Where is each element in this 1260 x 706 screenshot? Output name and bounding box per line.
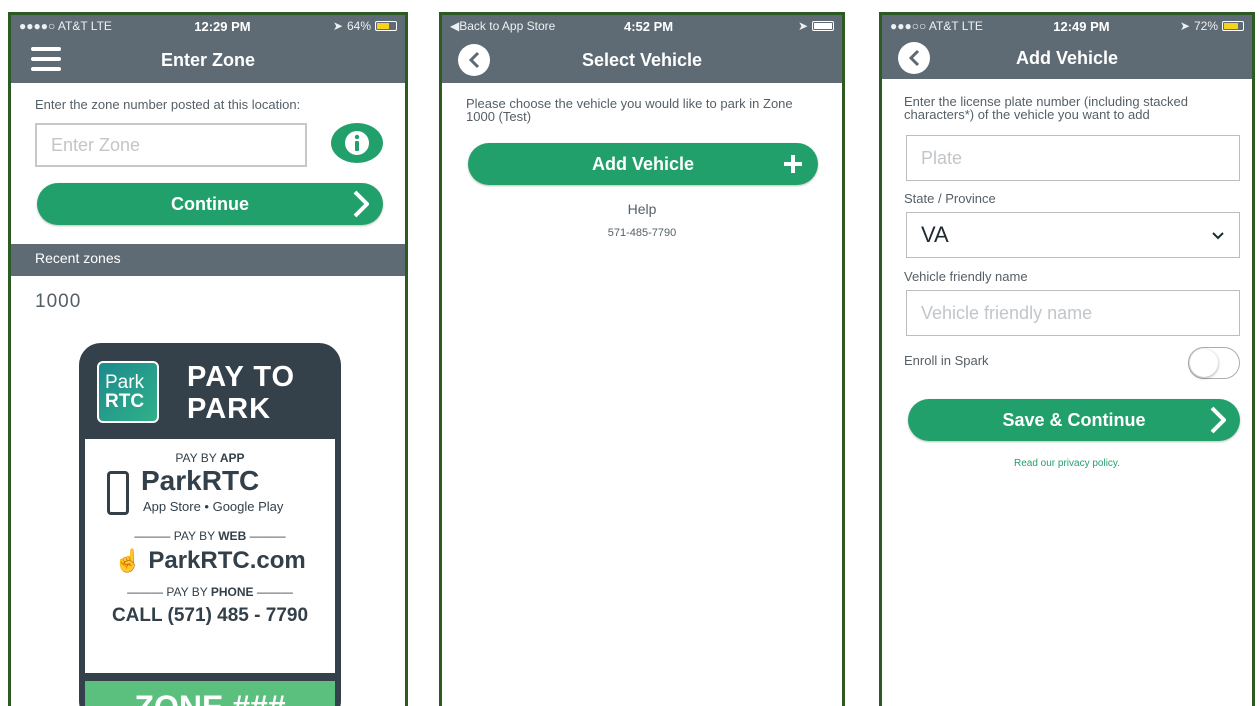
top-bar: ◀Back to App Store 4:52 PM ➤ Select Vehi… bbox=[442, 15, 842, 83]
save-continue-label: Save & Continue bbox=[1002, 409, 1146, 430]
status-bar: ●●●●○ AT&T LTE 12:29 PM ➤ 64% bbox=[11, 15, 405, 37]
zone-banner: ZONE ### bbox=[85, 681, 335, 706]
web-name: ParkRTC.com bbox=[148, 547, 306, 574]
back-to-app-store[interactable]: ◀Back to App Store bbox=[450, 19, 600, 33]
clock: 12:49 PM bbox=[1053, 18, 1110, 34]
clock: 12:29 PM bbox=[194, 18, 251, 34]
save-continue-button[interactable]: Save & Continue bbox=[908, 399, 1240, 441]
menu-icon[interactable] bbox=[31, 47, 61, 71]
chevron-right-icon bbox=[353, 190, 369, 218]
add-vehicle-button[interactable]: Add Vehicle bbox=[468, 143, 818, 185]
select-vehicle-screen: ◀Back to App Store 4:52 PM ➤ Select Vehi… bbox=[439, 12, 845, 706]
state-select[interactable]: VA bbox=[906, 212, 1240, 258]
status-bar: ◀Back to App Store 4:52 PM ➤ bbox=[442, 15, 842, 37]
sign-heading: PAY TO PARK bbox=[187, 361, 296, 425]
instruction-text: Enter the license plate number (includin… bbox=[904, 94, 1188, 122]
battery-percent: 64% bbox=[346, 19, 371, 33]
chevron-left-icon bbox=[908, 49, 920, 67]
toggle-knob bbox=[1190, 349, 1218, 377]
pay-by-phone-label: ——— PAY BY PHONE ——— bbox=[127, 585, 293, 599]
battery-icon bbox=[375, 21, 397, 31]
sign-body: PAY BY APP ParkRTC App Store • Google Pl… bbox=[85, 439, 335, 673]
top-bar: ●●●●○ AT&T LTE 12:29 PM ➤ 64% Enter Zone bbox=[11, 15, 405, 83]
help-link[interactable]: Help bbox=[442, 201, 842, 217]
page-title: Select Vehicle bbox=[581, 49, 703, 70]
pay-to-park-sign: Park RTC PAY TO PARK PAY BY APP ParkRTC … bbox=[79, 343, 341, 706]
info-icon[interactable] bbox=[331, 123, 383, 163]
recent-zone-item[interactable]: 1000 bbox=[35, 291, 81, 313]
zone-prompt: Enter the zone number posted at this loc… bbox=[35, 97, 301, 112]
state-label: State / Province bbox=[904, 191, 996, 206]
state-value: VA bbox=[921, 222, 949, 247]
plus-icon bbox=[784, 155, 802, 173]
friendly-name-input[interactable]: Vehicle friendly name bbox=[906, 290, 1240, 336]
app-name: ParkRTC bbox=[141, 465, 260, 496]
privacy-policy-link[interactable]: Read our privacy policy. bbox=[882, 458, 1252, 469]
plate-placeholder: Plate bbox=[921, 147, 963, 168]
park-rtc-logo: Park RTC bbox=[97, 361, 159, 423]
enroll-spark-toggle[interactable] bbox=[1188, 347, 1240, 379]
continue-button[interactable]: Continue bbox=[37, 183, 383, 225]
instruction-text: Please choose the vehicle you would like… bbox=[466, 96, 793, 124]
plate-input[interactable]: Plate bbox=[906, 135, 1240, 181]
status-bar: ●●●○○ AT&T LTE 12:49 PM ➤ 72% bbox=[882, 15, 1252, 37]
battery-icon bbox=[812, 21, 834, 31]
friendly-name-placeholder: Vehicle friendly name bbox=[921, 302, 1093, 323]
friendly-name-label: Vehicle friendly name bbox=[904, 269, 1028, 284]
phone-call: CALL (571) 485 - 7790 bbox=[111, 605, 309, 626]
app-stores: App Store • Google Play bbox=[143, 499, 284, 514]
continue-label: Continue bbox=[171, 193, 249, 214]
page-title: Enter Zone bbox=[160, 49, 255, 70]
location-icon: ➤ bbox=[797, 19, 808, 33]
recent-zones-header: Recent zones bbox=[11, 244, 405, 276]
zone-input-placeholder: Enter Zone bbox=[51, 134, 141, 155]
zone-input[interactable]: Enter Zone bbox=[35, 123, 307, 167]
pay-by-app-label: PAY BY APP bbox=[175, 451, 245, 465]
battery-percent: 72% bbox=[1193, 19, 1218, 33]
help-phone[interactable]: 571-485-7790 bbox=[442, 227, 842, 239]
battery-icon bbox=[1222, 21, 1244, 31]
chevron-right-icon bbox=[1210, 406, 1226, 434]
enroll-spark-label: Enroll in Spark bbox=[904, 353, 989, 368]
location-icon: ➤ bbox=[332, 19, 343, 33]
enter-zone-screen: ●●●●○ AT&T LTE 12:29 PM ➤ 64% Enter Zone… bbox=[8, 12, 408, 706]
carrier-label: ●●●●○ AT&T LTE bbox=[19, 19, 112, 33]
clock: 4:52 PM bbox=[624, 18, 674, 34]
add-vehicle-label: Add Vehicle bbox=[591, 153, 695, 174]
top-bar: ●●●○○ AT&T LTE 12:49 PM ➤ 72% Add Vehicl… bbox=[882, 15, 1252, 79]
chevron-down-icon bbox=[1212, 232, 1224, 240]
chevron-left-icon bbox=[468, 51, 480, 69]
add-vehicle-screen: ●●●○○ AT&T LTE 12:49 PM ➤ 72% Add Vehicl… bbox=[879, 12, 1255, 706]
back-button[interactable] bbox=[898, 42, 930, 74]
pay-by-web-label: ——— PAY BY WEB ——— bbox=[134, 529, 286, 543]
location-icon: ➤ bbox=[1179, 19, 1190, 33]
phone-icon bbox=[107, 471, 129, 515]
back-button[interactable] bbox=[458, 44, 490, 76]
pointer-hand-icon: ☝ bbox=[114, 548, 142, 573]
page-title: Add Vehicle bbox=[1015, 47, 1119, 68]
carrier-label: ●●●○○ AT&T LTE bbox=[890, 19, 983, 33]
